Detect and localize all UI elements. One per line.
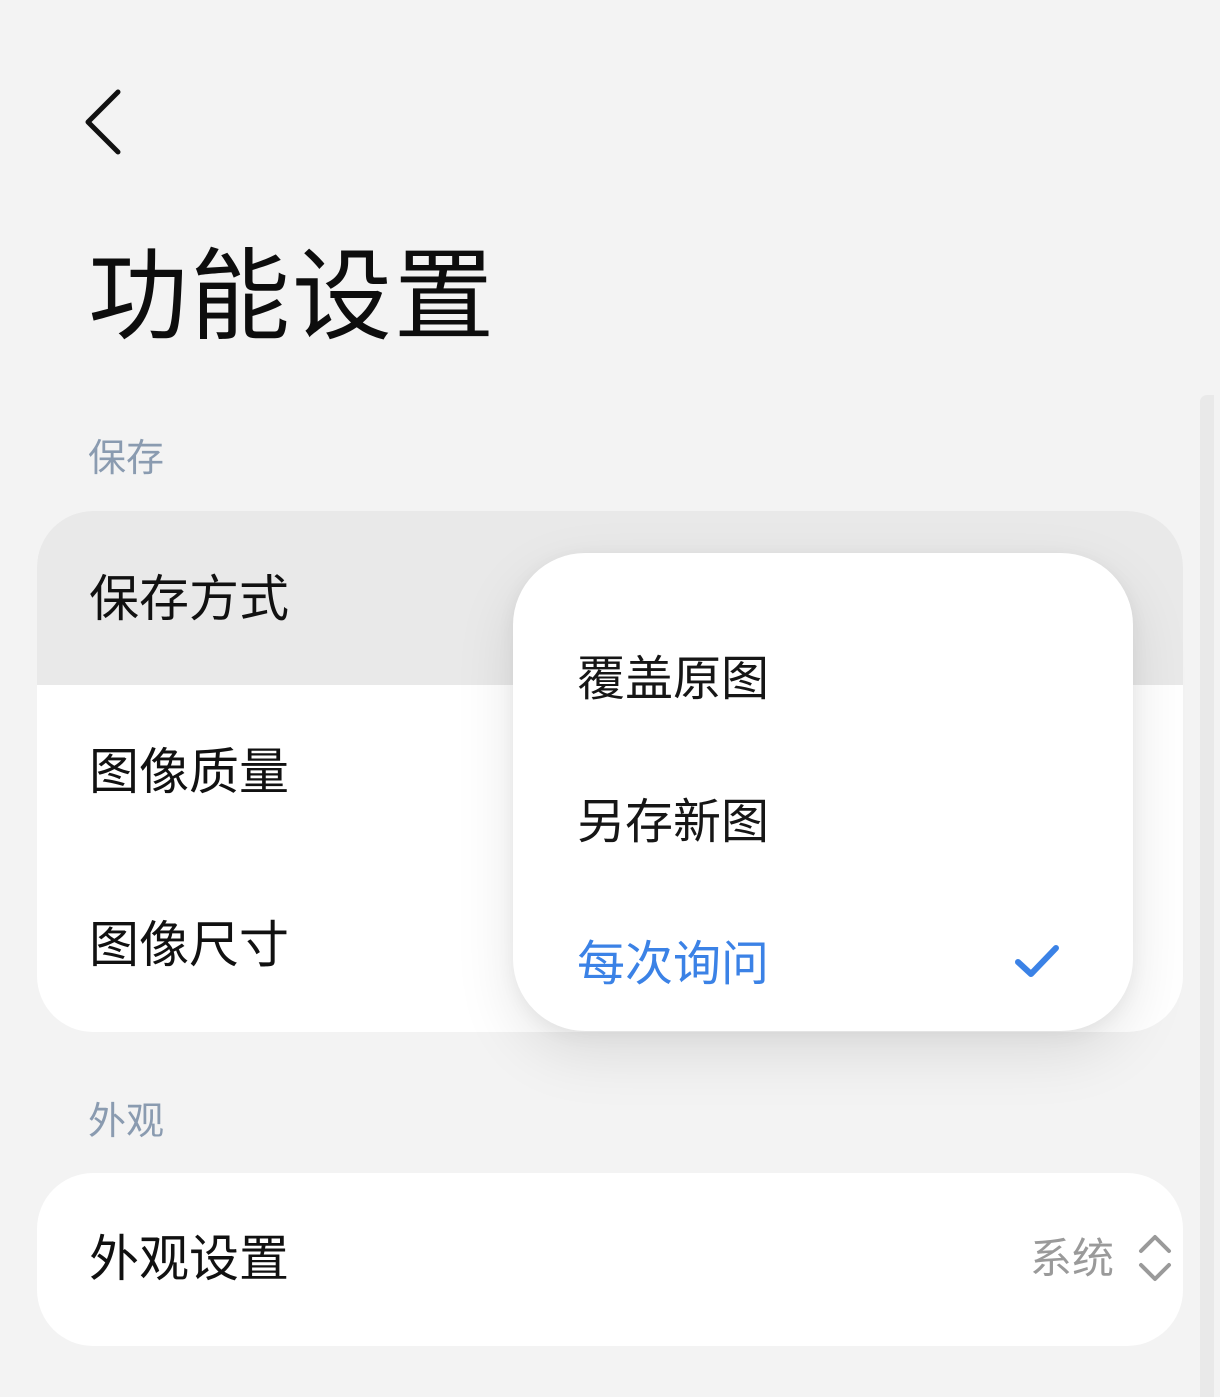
option-ask-every-time[interactable]: 每次询问 <box>513 893 1133 1035</box>
save-mode-popup-menu: 覆盖原图 另存新图 每次询问 <box>513 553 1133 1031</box>
row-save-mode-label: 保存方式 <box>89 570 289 628</box>
option-ask-every-time-label: 每次询问 <box>577 936 770 992</box>
section-label-save: 保存 <box>88 436 165 480</box>
row-appearance-setting[interactable]: 外观设置 系统 <box>37 1173 1183 1346</box>
page-title: 功能设置 <box>88 238 496 355</box>
row-image-quality-label: 图像质量 <box>89 743 289 801</box>
chevron-left-icon <box>85 89 121 155</box>
option-overwrite-original[interactable]: 覆盖原图 <box>513 608 1133 750</box>
back-button[interactable] <box>70 80 140 160</box>
checkmark-icon <box>1015 945 1059 977</box>
section-label-appearance: 外观 <box>88 1099 165 1143</box>
option-save-as-new[interactable]: 另存新图 <box>513 751 1133 893</box>
appearance-value: 系统 <box>1030 1234 1115 1283</box>
row-appearance-setting-label: 外观设置 <box>89 1230 289 1288</box>
row-image-size-label: 图像尺寸 <box>89 916 289 974</box>
option-save-as-new-label: 另存新图 <box>577 794 770 850</box>
scrollbar[interactable] <box>1200 395 1214 1397</box>
option-overwrite-original-label: 覆盖原图 <box>577 651 770 707</box>
appearance-settings-card: 外观设置 系统 <box>37 1173 1183 1346</box>
up-down-arrow-icon <box>1139 1235 1171 1281</box>
